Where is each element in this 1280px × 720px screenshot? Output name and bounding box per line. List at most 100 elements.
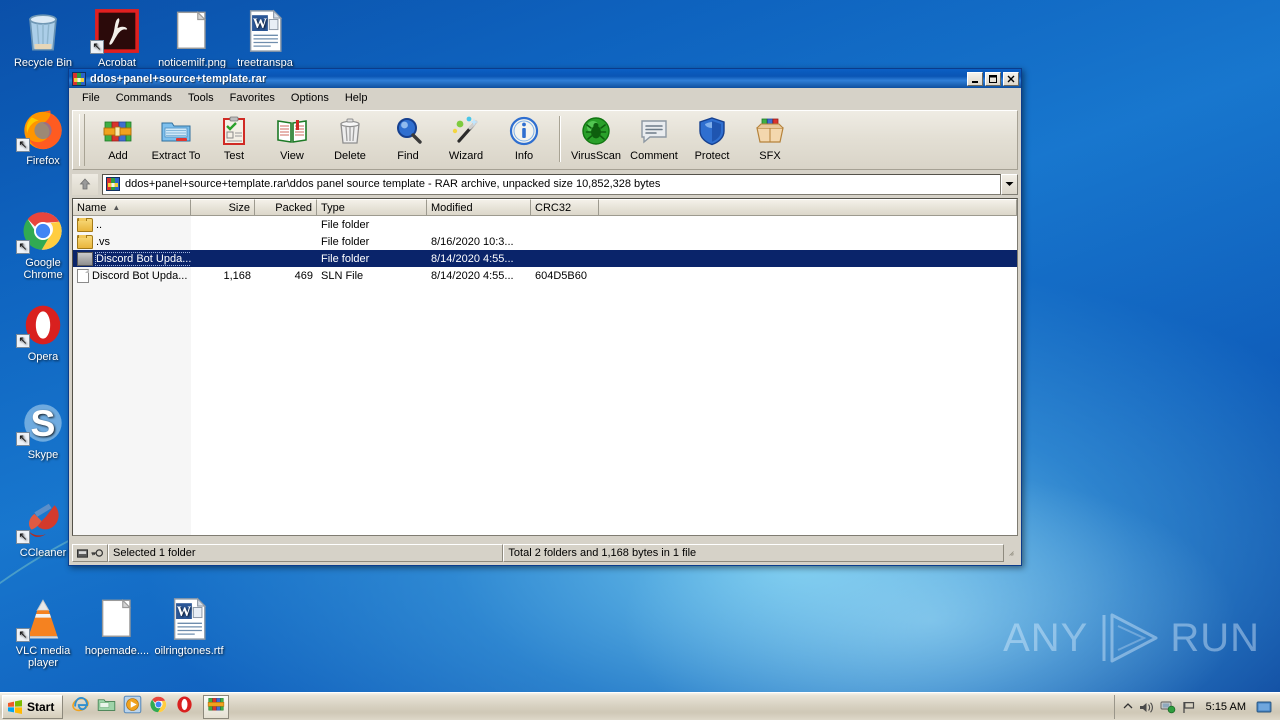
speaker-icon[interactable] — [1139, 701, 1154, 714]
desktop-icon-vlc-media-player[interactable]: ↖ VLC media player — [6, 594, 80, 669]
menu-item-help[interactable]: Help — [337, 90, 376, 106]
quicklaunch-opera[interactable] — [171, 695, 197, 719]
table-row[interactable]: Discord Bot Upda... 1,168 469 SLN File 8/14/… — [73, 267, 1017, 284]
winrar-window[interactable]: ddos+panel+source+template.rar File Comma… — [68, 68, 1022, 566]
maximize-button[interactable] — [985, 71, 1001, 86]
wizard-wand-icon — [450, 113, 482, 149]
toolbar-grip[interactable] — [79, 114, 85, 166]
column-header-crc32[interactable]: CRC32 — [531, 199, 599, 216]
address-bar[interactable]: ddos+panel+source+template.rar\ddos pane… — [72, 173, 1018, 195]
protect-button[interactable]: Protect — [683, 113, 741, 169]
toolbar-buttons: Add Extract To Test View Delete Find Wizard Inf… — [89, 111, 799, 169]
cell-name: Discord Bot Upda... — [73, 268, 191, 283]
find-button[interactable]: Find — [379, 113, 437, 169]
desktop-icon-treetranspa[interactable]: Wtreetranspa — [228, 6, 302, 69]
action-center-flag-icon[interactable] — [1182, 701, 1196, 714]
archive-path-field[interactable]: ddos+panel+source+template.rar\ddos pane… — [102, 173, 1001, 195]
cell-type: File folder — [321, 252, 370, 265]
quicklaunch-internet-explorer[interactable] — [67, 695, 93, 719]
column-header-modified[interactable]: Modified — [427, 199, 531, 216]
menu-item-commands[interactable]: Commands — [108, 90, 180, 106]
toolbar[interactable]: Add Extract To Test View Delete Find Wizard Inf… — [72, 110, 1018, 170]
column-header-label: Size — [228, 201, 250, 214]
up-one-level-button[interactable] — [72, 173, 98, 195]
delete-button[interactable]: Delete — [321, 113, 379, 169]
clock[interactable]: 5:15 AM — [1206, 701, 1246, 713]
column-header-blank[interactable] — [599, 199, 1017, 216]
column-header-size[interactable]: Size — [191, 199, 255, 216]
test-button[interactable]: Test — [205, 113, 263, 169]
sfx-button[interactable]: SFX — [741, 113, 799, 169]
desktop-icon-acrobat[interactable]: ↖ Acrobat — [80, 6, 154, 69]
table-row[interactable]: Discord Bot Upda... File folder 8/14/2020 … — [73, 250, 1017, 267]
cell-name: .. — [73, 217, 191, 232]
desktop-icon-recycle-bin[interactable]: Recycle Bin — [6, 6, 80, 69]
add-button[interactable]: Add — [89, 113, 147, 169]
toolbar-label: Wizard — [448, 150, 484, 162]
opera-icon — [175, 695, 194, 719]
disk-icon — [77, 548, 89, 558]
shortcut-overlay-icon: ↖ — [16, 138, 30, 152]
svg-text:S: S — [31, 402, 56, 444]
virusscan-button[interactable]: VirusScan — [567, 113, 625, 169]
cell-type: File folder — [321, 235, 370, 248]
image-file-icon — [80, 594, 154, 642]
virusscan-bug-icon — [580, 113, 612, 149]
desktop: Recycle Bin ↖ Firefox ↖ Google Chrome ↖ Opera S… — [0, 0, 1280, 720]
file-list-header[interactable]: Name ▲ Size Packed Type Modified CRC32 — [73, 199, 1017, 216]
show-desktop-icon[interactable] — [1256, 701, 1272, 714]
file-name-text: .vs — [96, 235, 111, 248]
toolbar-label: Protect — [694, 150, 730, 162]
table-row[interactable]: .. File folder — [73, 216, 1017, 233]
anyrun-play-icon — [1102, 613, 1158, 663]
start-button[interactable]: Start — [2, 694, 64, 719]
menu-bar[interactable]: File Commands Tools Favorites Options Help — [69, 88, 1021, 108]
info-button[interactable]: Info — [495, 113, 553, 169]
winrar-books-icon — [207, 695, 225, 718]
folder-explorer-icon — [97, 695, 116, 719]
close-button[interactable] — [1003, 71, 1019, 86]
toolbar-label: SFX — [759, 150, 781, 162]
word-doc-icon: W — [152, 594, 226, 642]
resize-grip[interactable] — [1004, 544, 1018, 562]
column-header-label: Modified — [431, 201, 473, 214]
quicklaunch-windows-media-player[interactable] — [119, 695, 145, 719]
wizard-button[interactable]: Wizard — [437, 113, 495, 169]
toolbar-separator — [559, 116, 561, 162]
menu-item-tools[interactable]: Tools — [180, 90, 222, 106]
quicklaunch-windows-explorer[interactable] — [93, 695, 119, 719]
window-titlebar[interactable]: ddos+panel+source+template.rar — [69, 69, 1021, 88]
menu-item-file[interactable]: File — [74, 90, 108, 106]
toolbar-label: Test — [223, 150, 245, 162]
desktop-icon-oilringtones-rtf[interactable]: Woilringtones.rtf — [152, 594, 226, 657]
quick-launch-bar[interactable] — [67, 695, 197, 719]
menu-item-favorites[interactable]: Favorites — [222, 90, 283, 106]
address-dropdown-button[interactable] — [1001, 173, 1018, 195]
folder-icon — [77, 251, 93, 266]
column-header-name[interactable]: Name ▲ — [73, 199, 191, 216]
desktop-icon-noticemilf-png[interactable]: noticemilf.png — [155, 6, 229, 69]
watermark-left-text: ANY — [1003, 615, 1089, 660]
desktop-icon-label: oilringtones.rtf — [154, 645, 224, 657]
column-header-type[interactable]: Type — [317, 199, 427, 216]
desktop-icon-hopemade[interactable]: hopemade.... — [80, 594, 154, 657]
taskbar-winrar-task[interactable] — [203, 694, 230, 719]
extract-to-button[interactable]: Extract To — [147, 113, 205, 169]
word-doc-icon: W — [228, 6, 302, 54]
column-header-label: Name — [77, 201, 107, 214]
task-buttons[interactable] — [203, 694, 230, 719]
quicklaunch-google-chrome[interactable] — [145, 695, 171, 719]
file-list-rows[interactable]: .. File folder .vs File folder 8/16/2020 10:… — [73, 216, 1017, 284]
minimize-button[interactable] — [967, 71, 983, 86]
view-button[interactable]: View — [263, 113, 321, 169]
comment-button[interactable]: Comment — [625, 113, 683, 169]
file-list[interactable]: Name ▲ Size Packed Type Modified CRC32 .. File … — [72, 198, 1018, 536]
column-header-packed[interactable]: Packed — [255, 199, 317, 216]
cell-modified: 8/16/2020 10:3... — [431, 235, 514, 248]
menu-item-options[interactable]: Options — [283, 90, 337, 106]
table-row[interactable]: .vs File folder 8/16/2020 10:3... — [73, 233, 1017, 250]
taskbar[interactable]: Start 5:15 AM — [0, 692, 1280, 720]
chevron-up-icon[interactable] — [1123, 702, 1133, 712]
network-icon[interactable] — [1160, 700, 1176, 714]
system-tray[interactable]: 5:15 AM — [1113, 695, 1278, 719]
